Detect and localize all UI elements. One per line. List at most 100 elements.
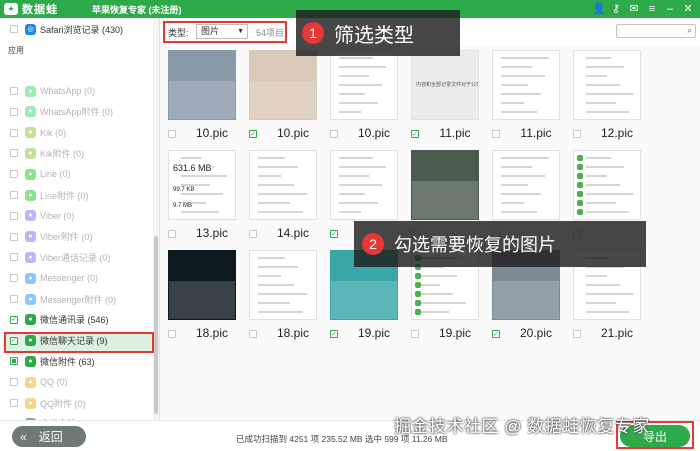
checkbox[interactable]	[168, 230, 176, 238]
line-icon: ●	[25, 168, 36, 180]
file-name: 19.pic	[438, 326, 472, 340]
text-line	[501, 193, 541, 195]
checkbox[interactable]	[10, 128, 18, 137]
image-thumbnail[interactable]	[168, 250, 236, 320]
sidebar-scrollbar[interactable]	[153, 18, 159, 420]
sidebar-item[interactable]: ● 微信附件 (63)	[10, 352, 95, 370]
image-tile[interactable]: 10.pic	[160, 46, 240, 146]
checkbox[interactable]	[492, 130, 500, 138]
checkbox[interactable]: ✓	[411, 130, 419, 138]
sidebar-item[interactable]: ● Messenger附件 (0)	[10, 290, 116, 308]
checkbox[interactable]	[573, 330, 581, 338]
image-thumbnail[interactable]	[492, 150, 560, 220]
checkbox[interactable]	[10, 87, 18, 95]
checkbox[interactable]	[10, 107, 18, 116]
app-icon	[577, 209, 583, 215]
image-tile[interactable]: 12.pic	[565, 46, 645, 146]
image-tile[interactable]: 18.pic	[160, 246, 240, 346]
image-thumbnail[interactable]	[249, 150, 317, 220]
checkbox[interactable]	[10, 399, 18, 407]
text-line	[501, 166, 532, 168]
app-icon	[415, 291, 421, 297]
checkbox[interactable]	[10, 295, 18, 303]
search-input[interactable]: ⌕	[616, 24, 696, 38]
image-thumbnail[interactable]: 631.6 MB 99.7 KB 9.7 MB	[168, 150, 236, 220]
image-thumbnail[interactable]	[411, 150, 479, 220]
back-button[interactable]: « 返回	[12, 426, 86, 447]
sidebar-item-label: 微信通讯录 (546)	[40, 315, 109, 326]
image-tile[interactable]: 18.pic	[241, 246, 321, 346]
checkbox[interactable]	[10, 149, 18, 158]
checkbox[interactable]	[411, 330, 419, 338]
image-tile[interactable]: 内容和全部记录文件对于公司 ✓ 11.pic	[403, 46, 483, 146]
sidebar-item[interactable]: ● WhatsApp附件 (0)	[10, 103, 113, 121]
sidebar-item[interactable]: ● Viber (0)	[10, 207, 74, 225]
checkbox[interactable]: ✓	[249, 130, 257, 138]
checkbox[interactable]	[10, 378, 18, 387]
minimize-icon[interactable]: –	[664, 2, 676, 16]
sidebar-item[interactable]: ● Messenger (0)	[10, 269, 98, 287]
image-thumbnail[interactable]	[573, 50, 641, 120]
sidebar-item[interactable]: ● QQ附件 (0)	[10, 394, 86, 412]
sidebar-item-safari-history[interactable]: ◎ Safari浏览记录 (430)	[10, 20, 123, 38]
sidebar-item[interactable]: ● QQ (0)	[10, 373, 68, 391]
sidebar-item[interactable]: ● WhatsApp (0)	[10, 82, 95, 100]
checkbox[interactable]	[10, 25, 18, 33]
checkbox[interactable]: ✓	[330, 230, 338, 238]
whatsapp-icon: ●	[25, 85, 36, 97]
file-name: 18.pic	[276, 326, 310, 340]
image-thumbnail[interactable]: 内容和全部记录文件对于公司	[411, 50, 479, 120]
sidebar-item[interactable]: ● Kik附件 (0)	[10, 144, 84, 162]
image-tile[interactable]: 631.6 MB 99.7 KB 9.7 MB 13.pic	[160, 146, 240, 246]
checkbox[interactable]: ✓	[330, 330, 338, 338]
sidebar-item[interactable]: ● Viber附件 (0)	[10, 228, 92, 246]
image-thumbnail[interactable]	[249, 250, 317, 320]
image-thumbnail[interactable]	[330, 50, 398, 120]
checkbox[interactable]	[10, 274, 18, 283]
sidebar-item-label: 微信附件 (63)	[40, 356, 95, 367]
checkbox[interactable]	[330, 130, 338, 138]
image-thumbnail[interactable]	[330, 150, 398, 220]
text-line	[181, 211, 219, 213]
menu-icon[interactable]: ≡	[646, 2, 658, 16]
checkbox[interactable]	[10, 232, 18, 241]
image-tile[interactable]: ✓ 10.pic	[241, 46, 321, 146]
text-line	[586, 211, 629, 213]
sidebar-item-label: Messenger (0)	[40, 273, 99, 284]
person-icon[interactable]: 👤	[592, 2, 606, 16]
image-thumbnail[interactable]	[492, 50, 560, 120]
image-tile[interactable]: 11.pic	[484, 46, 564, 146]
checkbox[interactable]	[10, 191, 18, 199]
checkbox[interactable]: ✓	[10, 315, 18, 324]
checkbox[interactable]	[168, 330, 176, 338]
checkbox[interactable]	[10, 357, 18, 366]
image-thumbnail[interactable]	[573, 150, 641, 220]
checkbox[interactable]: ✓	[492, 330, 500, 338]
checkbox[interactable]	[168, 130, 176, 138]
text-line	[339, 93, 365, 95]
sidebar-item[interactable]: ● Line (0)	[10, 165, 71, 183]
checkbox[interactable]	[10, 170, 18, 179]
sidebar-item[interactable]: ● Viber通话记录 (0)	[10, 248, 110, 266]
key-icon[interactable]: ⚷	[610, 2, 622, 16]
text-line	[258, 193, 307, 195]
checkbox[interactable]	[10, 253, 18, 262]
sidebar-item[interactable]: ● Line附件 (0)	[10, 186, 89, 204]
checkbox[interactable]	[249, 230, 257, 238]
checkbox[interactable]	[249, 330, 257, 338]
scrollbar-thumb[interactable]	[154, 236, 158, 414]
text-line	[586, 93, 633, 95]
checkbox[interactable]	[10, 211, 18, 220]
close-icon[interactable]: ✕	[682, 2, 694, 16]
text-line	[258, 293, 307, 295]
image-tile[interactable]: 14.pic	[241, 146, 321, 246]
sidebar-item[interactable]: ● Kik (0)	[10, 124, 66, 142]
text-line	[339, 75, 369, 77]
image-thumbnail[interactable]	[168, 50, 236, 120]
checkbox[interactable]	[573, 130, 581, 138]
image-tile[interactable]: 10.pic	[322, 46, 402, 146]
image-thumbnail[interactable]	[249, 50, 317, 120]
sidebar-item[interactable]: ✓ ● 微信通讯录 (546)	[10, 311, 109, 329]
step-number-badge: 2	[362, 233, 384, 255]
chat-icon[interactable]: ✉	[628, 2, 640, 16]
